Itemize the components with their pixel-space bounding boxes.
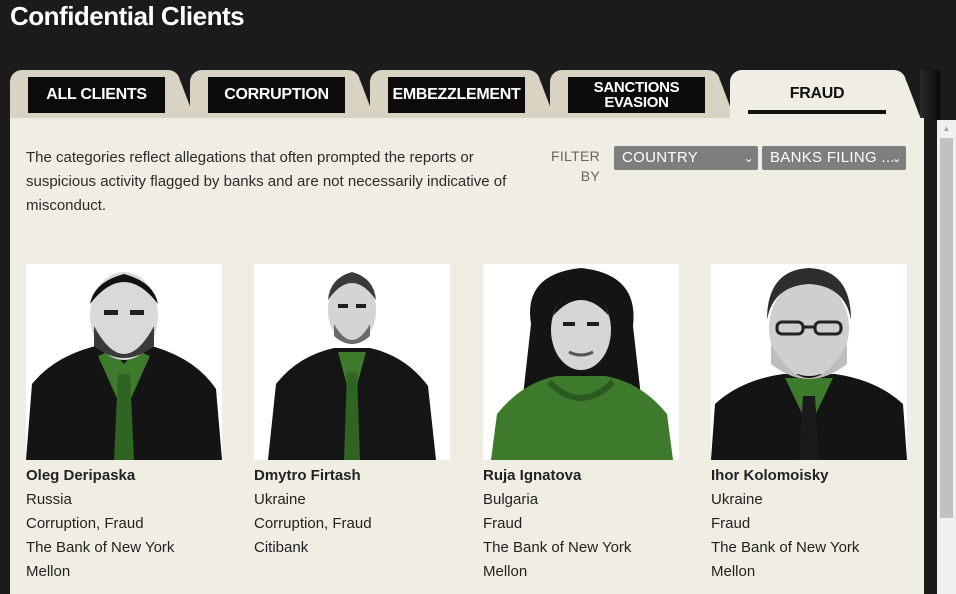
country-select-value: COUNTRY — [622, 149, 698, 166]
chevron-down-icon: ⌄ — [891, 151, 902, 165]
tab-corruption[interactable]: CORRUPTION — [190, 70, 376, 122]
client-country: Russia — [26, 491, 72, 508]
tab-sanctions-evasion-line2: EVASION — [604, 94, 669, 111]
tab-corruption-label: CORRUPTION — [208, 77, 345, 113]
chevron-down-icon: ⌄ — [743, 151, 754, 165]
client-name: Oleg Deripaska — [26, 467, 136, 484]
client-bank: Citibank — [254, 539, 309, 556]
client-info: Ihor Kolomoisky Ukraine Fraud The Bank o… — [711, 464, 907, 584]
country-select[interactable]: COUNTRY ⌄ — [614, 146, 758, 170]
client-bank-continued: Mellon — [483, 563, 528, 580]
tab-fraud[interactable]: FRAUD — [730, 70, 922, 122]
tab-sanctions-evasion-label: SANCTIONS EVASION — [568, 77, 705, 113]
client-categories: Corruption, Fraud — [26, 515, 144, 532]
filter-by-label: FILTER BY — [551, 148, 600, 184]
client-bank-continued: Mellon — [711, 563, 756, 580]
client-categories: Fraud — [711, 515, 751, 532]
client-portrait-firtash — [254, 264, 450, 460]
tab-embezzlement[interactable]: EMBEZZLEMENT — [370, 70, 556, 122]
client-info: Ruja Ignatova Bulgaria Fraud The Bank of… — [483, 464, 679, 584]
tab-sanctions-evasion-line1: SANCTIONS — [593, 79, 680, 96]
client-bank: The Bank of New York — [711, 539, 860, 556]
scroll-up-arrow-icon[interactable]: ▲ — [937, 120, 956, 136]
tab-strip-edge — [920, 70, 940, 120]
client-categories: Corruption, Fraud — [254, 515, 372, 532]
client-name: Dmytro Firtash — [254, 467, 361, 484]
page-title: Confidential Clients — [10, 1, 245, 31]
banks-filing-select-value: BANKS FILING ... — [770, 149, 895, 166]
client-portrait-kolomoisky — [711, 264, 907, 460]
client-bank: The Bank of New York — [483, 539, 632, 556]
banks-filing-select[interactable]: BANKS FILING ... ⌄ — [762, 146, 906, 170]
client-card-kolomoisky[interactable]: Ihor Kolomoisky Ukraine Fraud The Bank o… — [711, 264, 907, 584]
client-name: Ruja Ignatova — [483, 467, 582, 484]
tab-fraud-label: FRAUD — [748, 78, 886, 114]
client-portrait-ignatova — [483, 264, 679, 460]
client-portrait-deripaska — [26, 264, 222, 460]
client-bank: The Bank of New York — [26, 539, 175, 556]
client-info: Dmytro Firtash Ukraine Corruption, Fraud… — [254, 464, 450, 560]
tab-all-clients-label: ALL CLIENTS — [28, 77, 165, 113]
tab-embezzlement-label: EMBEZZLEMENT — [388, 77, 525, 113]
client-info: Oleg Deripaska Russia Corruption, Fraud … — [26, 464, 222, 584]
client-name: Ihor Kolomoisky — [711, 467, 829, 484]
category-description: The categories reflect allegations that … — [26, 149, 507, 214]
tab-all-clients[interactable]: ALL CLIENTS — [10, 70, 196, 122]
tab-sanctions-evasion[interactable]: SANCTIONS EVASION — [550, 70, 736, 122]
scrollbar-thumb[interactable] — [940, 138, 953, 518]
client-categories: Fraud — [483, 515, 523, 532]
client-card-deripaska[interactable]: Oleg Deripaska Russia Corruption, Fraud … — [26, 264, 222, 584]
client-card-firtash[interactable]: Dmytro Firtash Ukraine Corruption, Fraud… — [254, 264, 450, 560]
client-country: Bulgaria — [483, 491, 539, 508]
client-country: Ukraine — [711, 491, 763, 508]
client-country: Ukraine — [254, 491, 306, 508]
client-card-ignatova[interactable]: Ruja Ignatova Bulgaria Fraud The Bank of… — [483, 264, 679, 584]
content-panel: The categories reflect allegations that … — [10, 118, 924, 594]
vertical-scrollbar[interactable]: ▲ — [937, 120, 956, 594]
client-bank-continued: Mellon — [26, 563, 71, 580]
